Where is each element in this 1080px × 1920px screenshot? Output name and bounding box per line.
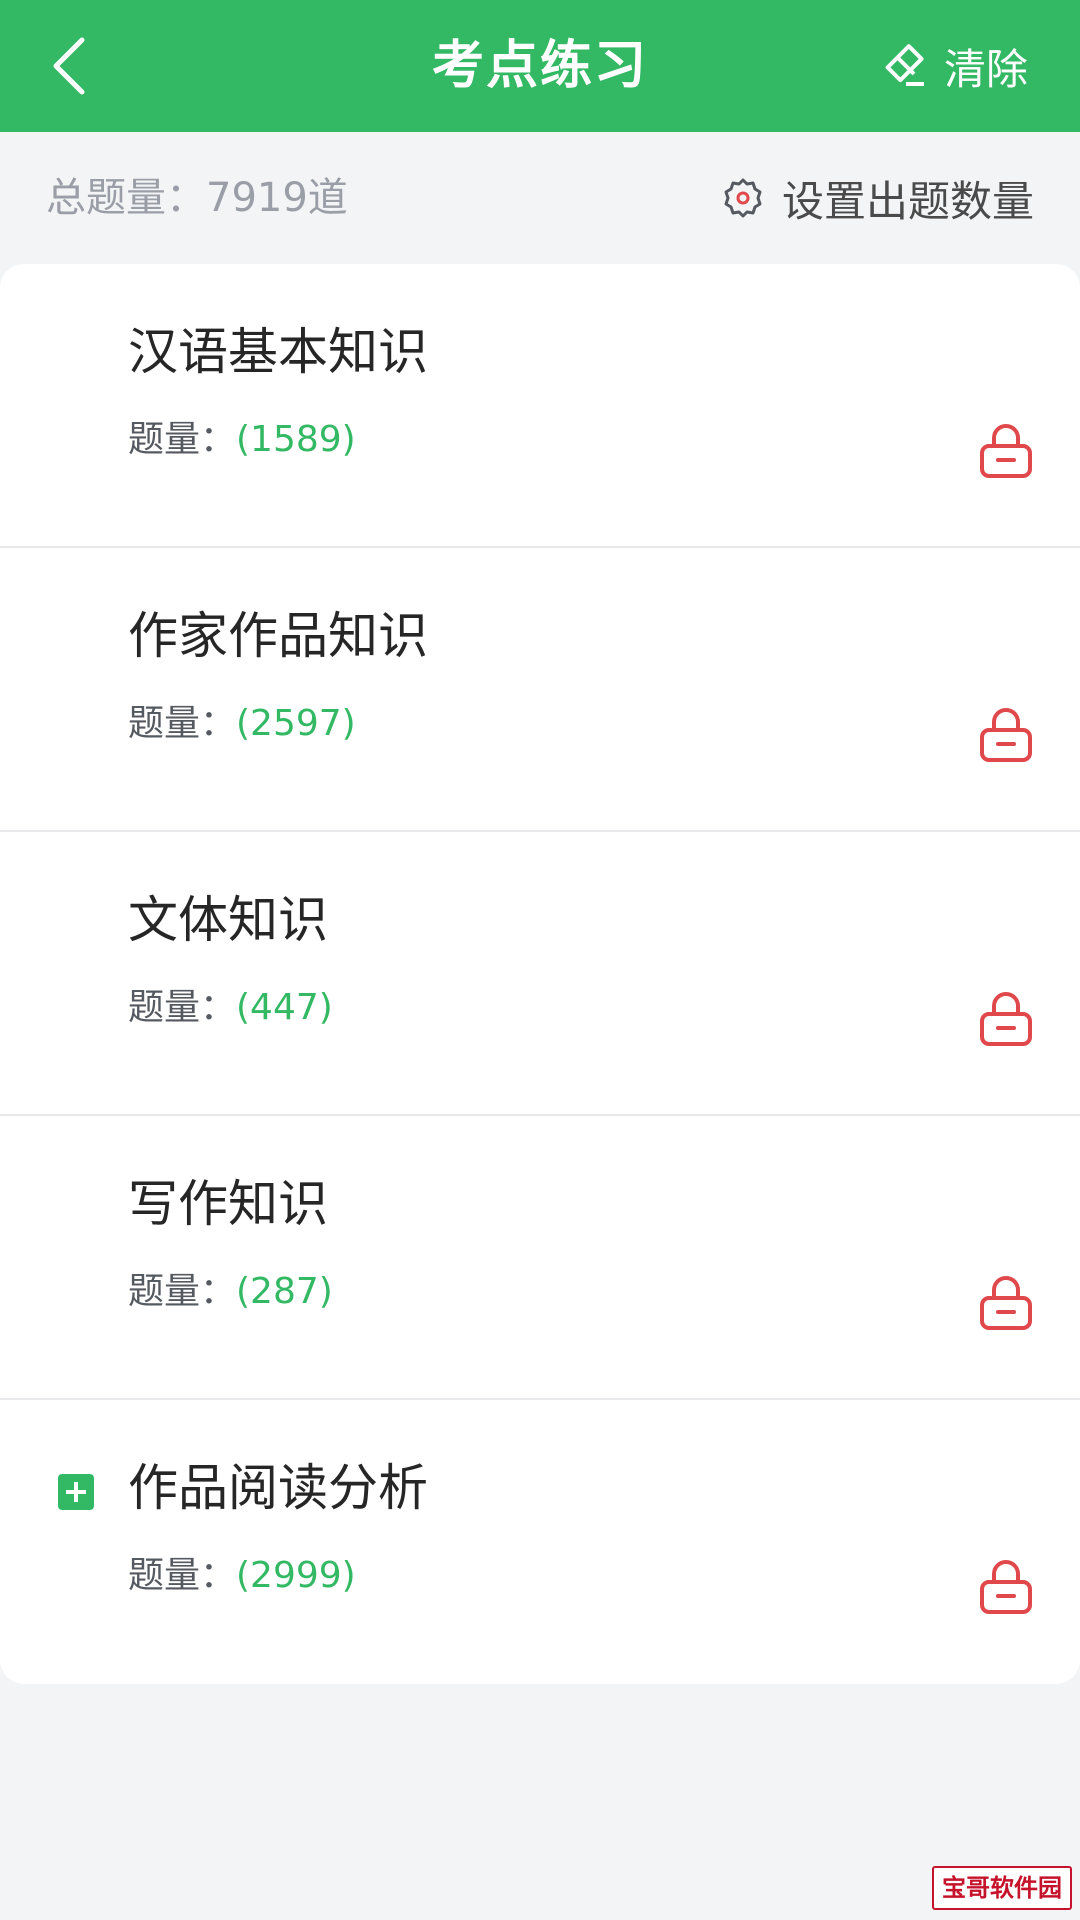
list-item[interactable]: 写作知识 题量：(287) — [0, 1116, 1080, 1400]
summary-bar: 总题量：7919道 设置出题数量 — [0, 132, 1080, 264]
watermark-logo: 宝哥软件园 — [932, 1866, 1072, 1910]
question-count-value: (1589) — [236, 419, 356, 460]
back-button[interactable] — [30, 26, 110, 106]
topic-title: 作品阅读分析 — [128, 1459, 428, 1517]
question-count-label: 题量： — [128, 987, 237, 1028]
topic-list: 汉语基本知识 题量：(1589) 作家作品知识 题量：(2597) 文体知识 题… — [0, 264, 1080, 1684]
expand-icon[interactable] — [58, 1474, 94, 1510]
lock-icon[interactable] — [978, 988, 1034, 1048]
question-count-label: 题量： — [128, 1271, 237, 1312]
eraser-icon — [884, 44, 928, 88]
question-count-value: (287) — [236, 1271, 333, 1312]
question-count: 题量：(2597) — [128, 700, 356, 748]
question-count-value: (2597) — [236, 703, 356, 744]
question-count-label: 题量： — [128, 1555, 237, 1596]
lock-icon[interactable] — [978, 704, 1034, 764]
clear-label: 清除 — [943, 44, 1028, 94]
question-count-value: (447) — [236, 987, 333, 1028]
topic-title: 文体知识 — [128, 891, 328, 949]
set-question-count-button[interactable]: 设置出题数量 — [722, 158, 1034, 238]
question-count: 题量：(1589) — [128, 416, 356, 464]
list-item[interactable]: 文体知识 题量：(447) — [0, 832, 1080, 1116]
question-count-label: 题量： — [128, 419, 237, 460]
question-count-value: (2999) — [236, 1555, 356, 1596]
chevron-left-icon — [53, 37, 85, 95]
question-count: 题量：(2999) — [128, 1552, 356, 1600]
list-item[interactable]: 作家作品知识 题量：(2597) — [0, 548, 1080, 832]
question-count: 题量：(287) — [128, 1268, 333, 1316]
lock-icon[interactable] — [978, 1272, 1034, 1332]
total-count: 总题量：7919道 — [46, 175, 348, 221]
topic-title: 写作知识 — [128, 1175, 328, 1233]
question-count: 题量：(447) — [128, 984, 333, 1032]
lock-icon[interactable] — [978, 1556, 1034, 1616]
topic-title: 作家作品知识 — [128, 607, 428, 665]
list-item[interactable]: 汉语基本知识 题量：(1589) — [0, 264, 1080, 548]
clear-button[interactable]: 清除 — [884, 30, 1028, 102]
lock-icon[interactable] — [978, 420, 1034, 480]
gear-icon — [722, 177, 764, 219]
topic-title: 汉语基本知识 — [128, 323, 428, 381]
set-question-count-label: 设置出题数量 — [781, 176, 1034, 226]
list-item[interactable]: 作品阅读分析 题量：(2999) — [0, 1400, 1080, 1684]
top-app-bar: 考点练习 清除 — [0, 0, 1080, 132]
question-count-label: 题量： — [128, 703, 237, 744]
